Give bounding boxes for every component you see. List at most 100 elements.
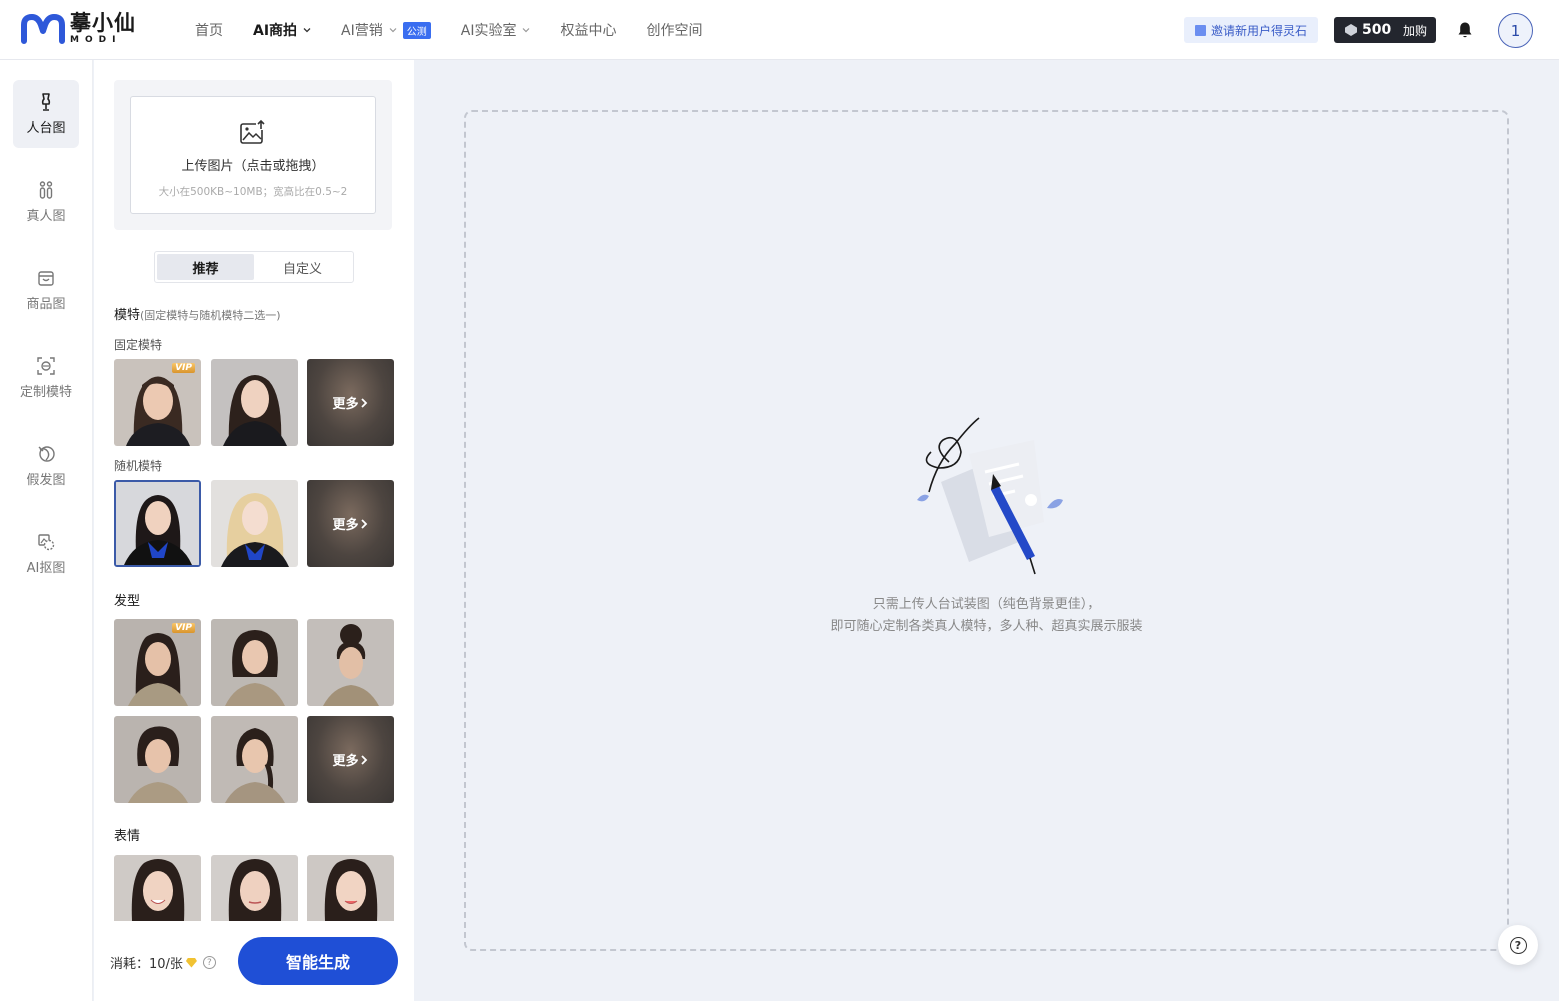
sidebar-item-label: 人台图: [26, 121, 66, 136]
more-hairstyles-button[interactable]: 更多: [307, 716, 394, 803]
help-circle-icon[interactable]: ?: [202, 956, 216, 969]
left-sidebar: 人台图 真人图 商品图 定制模特 假发图 AI抠图: [0, 60, 93, 1001]
hairstyle-thumb[interactable]: [307, 619, 394, 706]
fixed-model-label: 固定模特: [114, 338, 163, 352]
gem-icon: [1345, 24, 1357, 36]
model-thumb[interactable]: [211, 359, 298, 446]
main-nav: 首页 AI商拍 AI营销 公测 AI实验室 权益中心 创作空间: [195, 0, 732, 60]
nav-benefits-label: 权益中心: [560, 23, 617, 39]
chevron-right-icon: [360, 518, 367, 529]
vip-badge: VIP: [172, 363, 195, 373]
buy-points-button[interactable]: 加购: [1403, 22, 1427, 39]
mode-tabs: 推荐 自定义: [154, 251, 354, 283]
hairstyle-photo: [211, 619, 298, 706]
sidebar-item-wig[interactable]: 假发图: [13, 432, 79, 500]
upload-dropzone[interactable]: 上传图片（点击或拖拽） 大小在500KB~10MB；宽高比在0.5~2: [130, 96, 376, 214]
nav-benefits[interactable]: 权益中心: [560, 20, 616, 40]
more-label: 更多: [332, 518, 359, 533]
expression-thumb[interactable]: [114, 855, 201, 921]
points-balance[interactable]: 500 加购: [1334, 17, 1436, 43]
generate-button[interactable]: 智能生成: [238, 937, 398, 985]
hairstyle-photo: [211, 716, 298, 803]
nav-ai-photo-label: AI商拍: [253, 23, 298, 39]
more-random-models-button[interactable]: 更多: [307, 480, 394, 567]
hairstyle-section-title: 发型: [114, 594, 141, 609]
upload-title: 上传图片（点击或拖拽）: [181, 159, 325, 174]
panel-footer: 消耗：10/张 ? 智能生成: [94, 921, 414, 1001]
upload-hint: 大小在500KB~10MB；宽高比在0.5~2: [158, 186, 348, 198]
invite-label: 邀请新用户得灵石: [1210, 23, 1307, 38]
face-scan-icon: [37, 357, 55, 375]
more-fixed-models-button[interactable]: 更多: [307, 359, 394, 446]
mannequin-icon: [41, 93, 51, 111]
user-avatar[interactable]: 1: [1498, 13, 1533, 48]
sidebar-item-real-person[interactable]: 真人图: [13, 168, 79, 236]
model-section-title: 模特(固定模特与随机模特二选一): [114, 304, 281, 323]
sidebar-item-cutout[interactable]: AI抠图: [13, 520, 79, 588]
nav-ai-marketing-label: AI营销: [341, 23, 383, 39]
nav-ai-photo[interactable]: AI商拍: [253, 20, 311, 40]
tab-recommended[interactable]: 推荐: [157, 254, 254, 280]
hairstyle-thumb[interactable]: [114, 716, 201, 803]
image-upload-icon: [240, 119, 266, 144]
brand-subtitle: MODI: [70, 35, 122, 45]
hairstyle-thumb[interactable]: [211, 716, 298, 803]
brand-name: 摹小仙: [70, 11, 136, 35]
brand-logo[interactable]: 摹小仙 MODI: [20, 13, 136, 45]
points-value: 500: [1362, 22, 1392, 38]
sidebar-item-label: 定制模特: [19, 385, 72, 400]
empty-state-line2: 即可随心定制各类真人模特，多人种、超真实展示服装: [830, 619, 1143, 634]
config-panel: 上传图片（点击或拖拽） 大小在500KB~10MB；宽高比在0.5~2 推荐 自…: [94, 60, 414, 1001]
invite-button[interactable]: 邀请新用户得灵石: [1184, 17, 1318, 43]
hairstyle-photo: [307, 619, 394, 706]
chevron-down-icon: [389, 28, 397, 33]
sidebar-item-product[interactable]: 商品图: [13, 256, 79, 324]
hairstyle-thumb[interactable]: VIP: [114, 619, 201, 706]
question-icon: ?: [1509, 936, 1527, 954]
brand-logo-icon: [21, 14, 65, 44]
people-icon: [39, 181, 53, 199]
sidebar-item-label: AI抠图: [26, 561, 66, 576]
expression-section-title: 表情: [114, 829, 141, 844]
sidebar-item-label: 假发图: [26, 473, 66, 488]
expression-thumb[interactable]: [211, 855, 298, 921]
sidebar-item-mannequin[interactable]: 人台图: [13, 80, 79, 148]
model-photo: [211, 480, 298, 567]
expression-thumb[interactable]: [307, 855, 394, 921]
gift-icon: [1194, 24, 1206, 36]
help-button[interactable]: ?: [1498, 925, 1538, 965]
chevron-down-icon: [303, 28, 311, 33]
expression-photo: [114, 855, 201, 921]
model-thumb-selected[interactable]: [114, 480, 201, 567]
sidebar-item-custom-model[interactable]: 定制模特: [13, 344, 79, 412]
beta-badge: 公测: [402, 21, 431, 39]
cost-info: 消耗：10/张 ?: [110, 953, 216, 972]
hairstyle-thumb[interactable]: [211, 619, 298, 706]
bag-icon: [38, 271, 54, 286]
nav-workspace[interactable]: 创作空间: [646, 20, 702, 40]
cutout-icon: [38, 534, 55, 551]
empty-state-line1: 只需上传人台试装图（纯色背景更佳），: [872, 597, 1101, 612]
expression-photo: [211, 855, 298, 921]
hairstyle-photo: [114, 716, 201, 803]
preview-canvas: 只需上传人台试装图（纯色背景更佳）， 即可随心定制各类真人模特，多人种、超真实展…: [464, 110, 1509, 951]
model-note: (固定模特与随机模特二选一): [140, 309, 281, 322]
model-thumb[interactable]: [211, 480, 298, 567]
top-header: 摹小仙 MODI 首页 AI商拍 AI营销 公测 AI实验室 权益中心 创作空间…: [0, 0, 1559, 60]
diamond-icon: [185, 957, 197, 968]
bell-icon[interactable]: [1457, 21, 1473, 39]
nav-ai-marketing[interactable]: AI营销 公测: [341, 20, 431, 40]
nav-ai-lab-label: AI实验室: [460, 23, 517, 39]
model-thumb[interactable]: VIP: [114, 359, 201, 446]
chevron-right-icon: [360, 397, 367, 408]
model-photo: [116, 482, 199, 565]
nav-ai-lab[interactable]: AI实验室: [461, 20, 531, 40]
cost-label: 消耗：10/张: [110, 957, 183, 972]
vip-badge: VIP: [172, 623, 195, 633]
nav-workspace-label: 创作空间: [646, 23, 703, 39]
nav-home-label: 首页: [195, 23, 223, 39]
chevron-right-icon: [360, 754, 367, 765]
random-model-label: 随机模特: [114, 459, 163, 473]
tab-custom[interactable]: 自定义: [254, 254, 351, 280]
nav-home[interactable]: 首页: [195, 20, 223, 40]
